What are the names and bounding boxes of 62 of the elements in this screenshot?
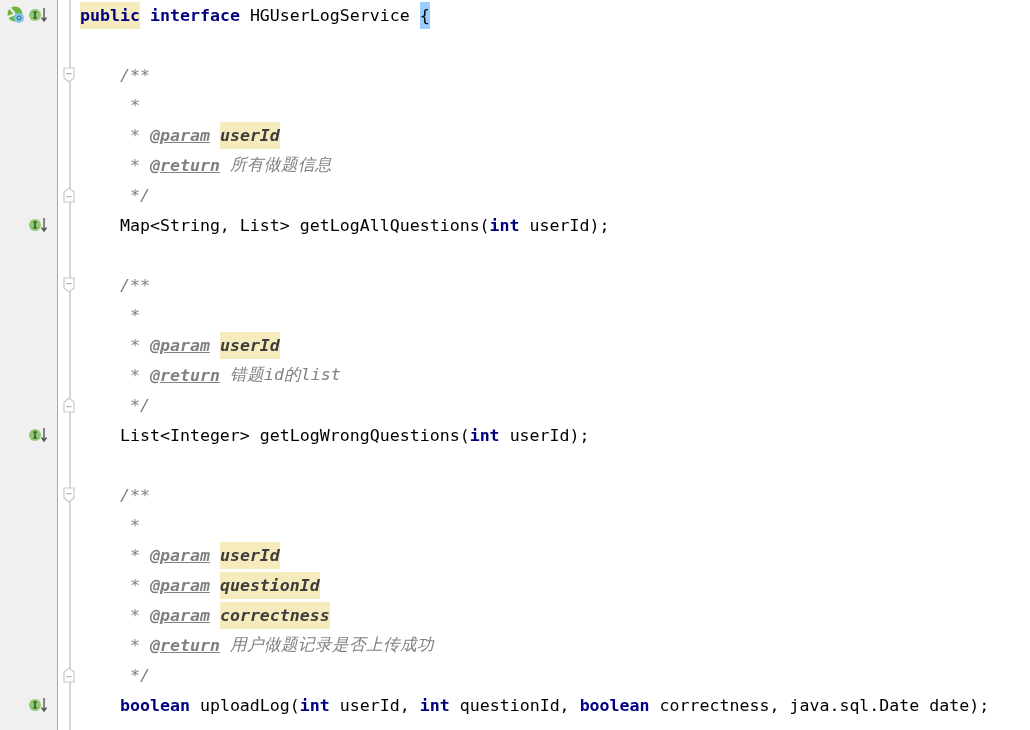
code-token: { [419,1,430,29]
unfold-icon[interactable] [62,667,75,683]
code-token: 用户做题记录是否上传成功 [229,634,434,656]
code-token: boolean [119,695,190,715]
code-token: * [129,305,140,325]
code-token: @return [149,365,220,385]
fold-icon[interactable] [62,277,75,293]
code-token: int [299,695,330,715]
code-token: */ [129,185,150,205]
code-token: * [129,155,140,175]
code-token: @param [149,335,210,355]
implemented-icon[interactable] [29,7,49,23]
fold-icon[interactable] [62,487,75,503]
code-token: @param [149,575,210,595]
code-token: List<Integer> getLogWrongQuestions( [119,425,470,445]
code-token: userId, [339,695,410,715]
code-token: * [129,575,140,595]
code-token: @param [149,125,210,145]
unfold-icon[interactable] [62,397,75,413]
code-token: /** [119,485,150,505]
code-token: @param [149,545,210,565]
code-token: questionId, [459,695,570,715]
unfold-icon[interactable] [62,187,75,203]
code-token: * [129,635,140,655]
code-token: */ [129,665,150,685]
code-token: * [129,545,140,565]
code-token: @param [149,605,210,625]
code-token: @return [149,635,220,655]
code-token: @return [149,155,220,175]
code-token: userId); [529,215,610,235]
code-token: /** [119,65,150,85]
implemented-icon[interactable] [29,427,49,443]
code-token: /** [119,275,150,295]
code-token: Map<String, List> getLogAllQuestions( [119,215,490,235]
code-token: * [129,515,140,535]
code-token: 错题id的list [229,364,341,386]
implemented-icon[interactable] [29,217,49,233]
code-token: correctness [219,601,330,629]
code-token: correctness, java.sql.Date date); [659,695,990,715]
code-token: * [129,605,140,625]
code-token: int [419,695,450,715]
code-token: */ [129,395,150,415]
code-token: userId [219,331,280,359]
code-token: uploadLog( [199,695,300,715]
code-token: int [489,215,520,235]
code-token: public [80,1,140,29]
code-token: HGUserLogService [249,5,410,25]
code-token: * [129,365,140,385]
fold-icon[interactable] [62,67,75,83]
code-token: * [129,335,140,355]
code-token: * [129,125,140,145]
implemented-icon[interactable] [29,697,49,713]
code-token: int [469,425,500,445]
code-token: * [129,95,140,115]
code-token: 所有做题信息 [229,154,332,176]
code-token: questionId [219,571,320,599]
code-token: boolean [579,695,650,715]
code-token: interface [149,5,240,25]
code-token: userId); [509,425,590,445]
code-token: userId [219,121,280,149]
spring-bean-icon[interactable] [7,6,25,24]
code-token: userId [219,541,280,569]
